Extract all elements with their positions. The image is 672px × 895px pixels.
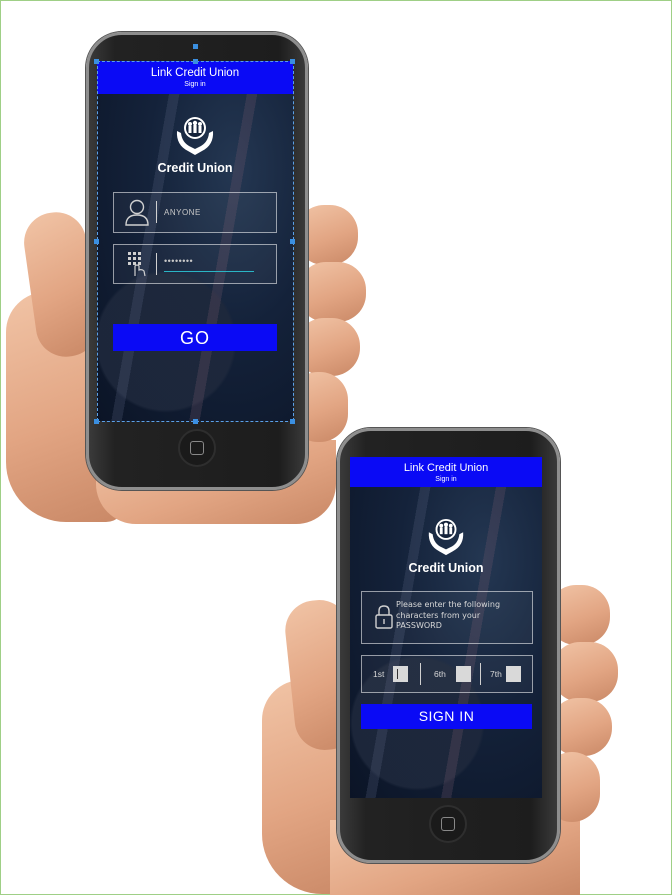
resize-handle[interactable]: [193, 59, 198, 64]
title-bar: Link Credit Union Sign in: [350, 457, 542, 487]
resize-handle[interactable]: [193, 419, 198, 424]
keypad-icon: [128, 252, 146, 277]
password-value: ••••••••: [164, 256, 194, 266]
credit-union-logo: [176, 117, 214, 155]
hand-finger: [298, 262, 366, 322]
brand-name: Credit Union: [157, 161, 233, 175]
resize-handle[interactable]: [290, 239, 295, 244]
resize-handle[interactable]: [94, 419, 99, 424]
resize-handle[interactable]: [94, 59, 99, 64]
field-divider: [480, 663, 481, 685]
username-value: ANYONE: [164, 208, 201, 217]
resize-handle[interactable]: [290, 59, 295, 64]
password-field[interactable]: ••••••••: [113, 244, 277, 284]
brand-logo: Credit Union: [350, 517, 542, 575]
hand-finger: [552, 642, 618, 702]
brand-logo: Credit Union: [97, 115, 293, 175]
go-button[interactable]: GO: [113, 324, 277, 351]
char-input-1[interactable]: [393, 666, 408, 682]
screen-subtitle: Sign in: [184, 81, 206, 88]
lock-icon: [375, 605, 393, 629]
login-screen: Link Credit Union Sign in Credit Union A…: [97, 61, 293, 421]
password-characters-screen: Link Credit Union Sign in Credit Union P…: [350, 457, 542, 798]
field-divider: [420, 663, 421, 685]
field-divider: [156, 201, 157, 223]
text-cursor: [397, 669, 398, 679]
home-button[interactable]: [429, 805, 467, 843]
screen-subtitle: Sign in: [435, 476, 457, 483]
sign-in-button[interactable]: SIGN IN: [361, 704, 532, 729]
char-input-7[interactable]: [506, 666, 521, 682]
username-field[interactable]: ANYONE: [113, 192, 277, 233]
home-button[interactable]: [178, 429, 216, 467]
character-entry-panel: 1st 6th 7th: [361, 655, 533, 693]
instruction-text: Please enter the following characters fr…: [396, 600, 501, 630]
position-label-1: 1st: [373, 669, 385, 679]
credit-union-logo: [428, 518, 464, 556]
resize-handle[interactable]: [193, 44, 198, 49]
brand-name: Credit Union: [408, 561, 484, 575]
app-title: Link Credit Union: [403, 462, 489, 474]
user-icon: [125, 199, 149, 226]
position-label-6: 6th: [434, 669, 446, 679]
position-label-7: 7th: [490, 669, 502, 679]
title-bar: Link Credit Union Sign in: [97, 61, 293, 94]
char-input-6[interactable]: [456, 666, 471, 682]
resize-handle[interactable]: [94, 239, 99, 244]
input-underline: [164, 271, 254, 272]
resize-handle[interactable]: [290, 419, 295, 424]
field-divider: [156, 253, 157, 275]
